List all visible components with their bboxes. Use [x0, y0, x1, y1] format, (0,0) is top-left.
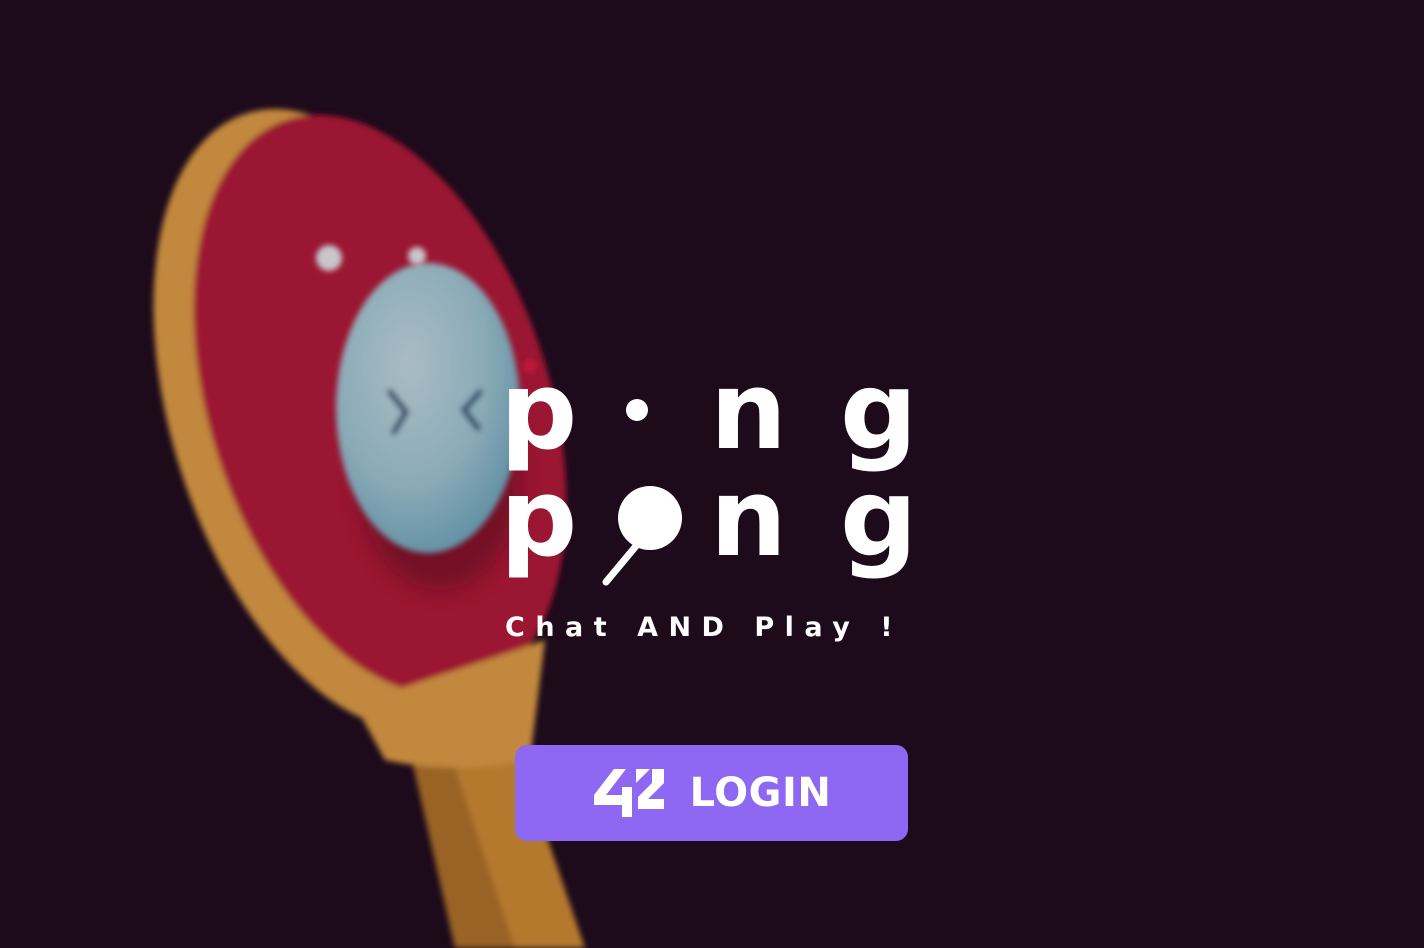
login-button-label: LOGIN	[689, 770, 832, 816]
logo-letter-g2: g	[840, 456, 917, 581]
ping-pong-logo: p n g p n g	[500, 370, 917, 586]
login-button[interactable]: 42 LOGIN	[515, 745, 908, 841]
42-logo-icon: 42	[593, 769, 664, 817]
logo-dot	[626, 399, 648, 421]
ping-pong-ball-icon	[602, 486, 682, 586]
logo-letter-p2: p	[500, 456, 577, 581]
login-screen: p n g p n g Chat AND Play ! 42 LOGIN	[0, 0, 1424, 948]
tagline: Chat AND Play !	[505, 612, 904, 643]
logo-letter-n2: n	[710, 456, 787, 581]
